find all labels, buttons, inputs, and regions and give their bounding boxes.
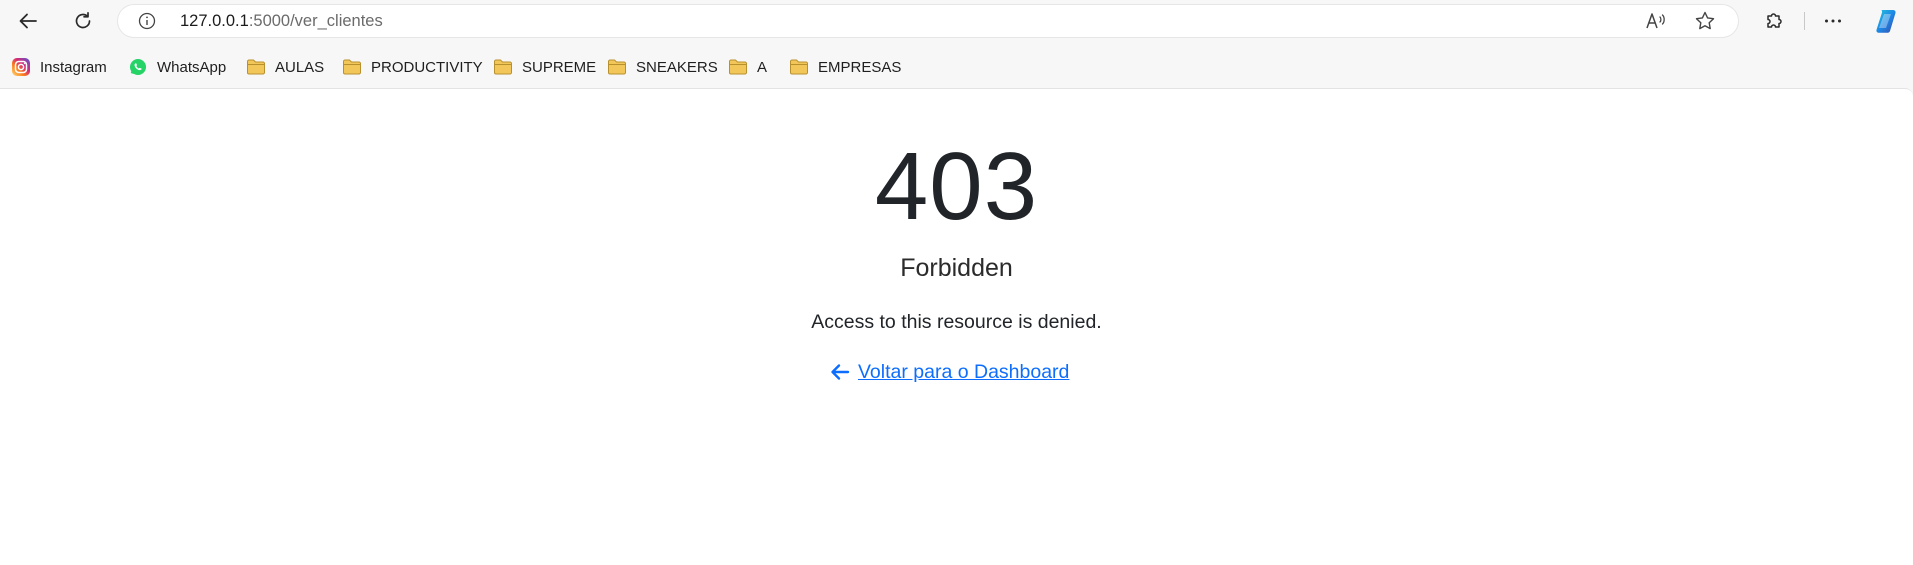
- more-icon: [1822, 10, 1844, 32]
- back-button[interactable]: [11, 4, 45, 38]
- url-path: :5000/ver_clientes: [248, 12, 383, 30]
- bookmark-label: SNEAKERS: [636, 58, 718, 76]
- copilot-button[interactable]: [1870, 4, 1904, 38]
- back-link-label: Voltar para o Dashboard: [858, 360, 1070, 383]
- web-page: 403 Forbidden Access to this resource is…: [0, 88, 1913, 565]
- bookmark-label: SUPREME: [522, 58, 597, 76]
- error-message: Access to this resource is denied.: [811, 311, 1102, 333]
- copilot-icon: [1873, 7, 1901, 35]
- more-button[interactable]: [1816, 4, 1850, 38]
- folder-icon: [789, 57, 809, 77]
- bookmark-whatsapp[interactable]: WhatsApp: [128, 56, 226, 78]
- whatsapp-icon: [128, 57, 148, 77]
- error-code: 403: [874, 133, 1039, 240]
- site-info-icon[interactable]: [138, 12, 156, 30]
- bookmark-folder-empresas[interactable]: EMPRESAS: [789, 56, 901, 78]
- url-text[interactable]: 127.0.0.1:5000/ver_clientes: [180, 5, 383, 37]
- bookmark-folder-supreme[interactable]: SUPREME: [493, 56, 596, 78]
- refresh-icon: [72, 10, 94, 32]
- folder-icon: [607, 57, 627, 77]
- folder-icon: [246, 57, 266, 77]
- url-host: 127.0.0.1: [180, 12, 249, 30]
- read-aloud-icon[interactable]: [1644, 10, 1668, 32]
- folder-icon: [728, 57, 748, 77]
- bookmark-folder-aulas[interactable]: AULAS: [246, 56, 324, 78]
- back-arrow-icon: [17, 10, 39, 32]
- bookmark-folder-sneakers[interactable]: SNEAKERS: [607, 56, 718, 78]
- extensions-button[interactable]: [1757, 4, 1791, 38]
- error-title: Forbidden: [900, 254, 1013, 282]
- instagram-icon: [11, 57, 31, 77]
- bookmark-label: A: [757, 58, 768, 76]
- folder-icon: [342, 57, 362, 77]
- toolbar-divider: [1804, 12, 1805, 30]
- bookmark-label: EMPRESAS: [818, 58, 902, 76]
- bookmark-instagram[interactable]: Instagram: [11, 56, 107, 78]
- bookmark-label: WhatsApp: [157, 58, 227, 76]
- back-to-dashboard-link[interactable]: Voltar para o Dashboard: [830, 358, 1069, 386]
- bookmark-folder-productivity[interactable]: PRODUCTIVITY: [342, 56, 483, 78]
- bookmark-label: PRODUCTIVITY: [371, 58, 483, 76]
- puzzle-icon: [1763, 10, 1785, 32]
- browser-toolbar: 127.0.0.1:5000/ver_clientes: [0, 0, 1913, 42]
- bookmark-folder-a[interactable]: A: [728, 56, 767, 78]
- bookmark-label: Instagram: [40, 58, 107, 76]
- folder-icon: [493, 57, 513, 77]
- refresh-button[interactable]: [66, 4, 100, 38]
- arrow-left-icon: [830, 361, 852, 383]
- star-icon[interactable]: [1693, 10, 1717, 32]
- bookmarks-bar: Instagram WhatsApp AULAS PRODUCTIVITY SU…: [0, 50, 1913, 84]
- bookmark-label: AULAS: [275, 58, 325, 76]
- address-bar[interactable]: 127.0.0.1:5000/ver_clientes: [118, 5, 1738, 37]
